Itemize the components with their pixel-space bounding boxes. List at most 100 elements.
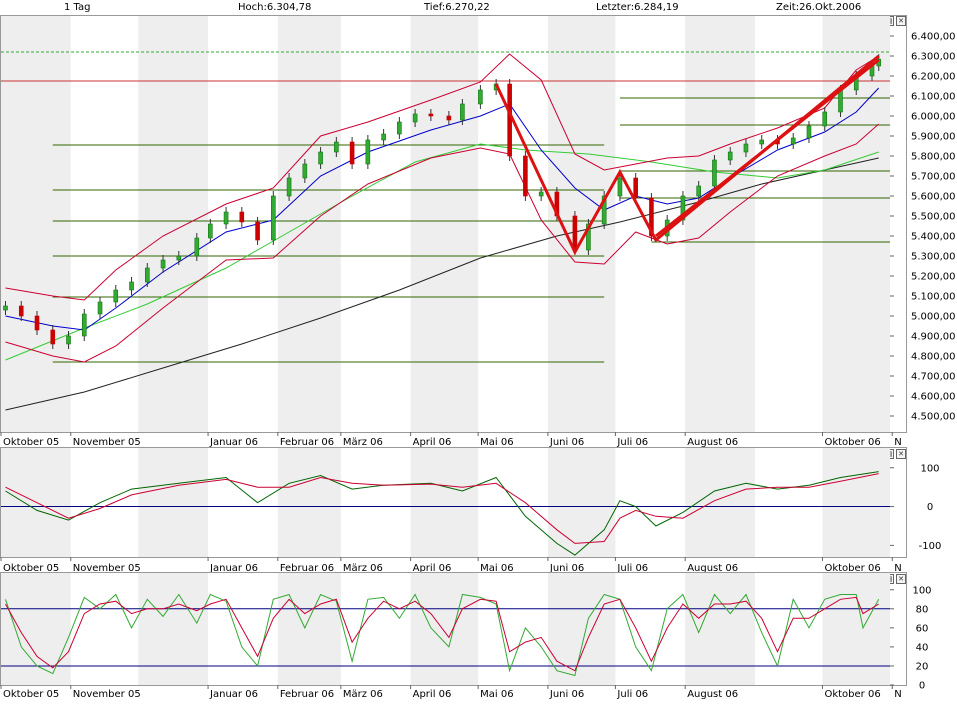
- y-tick-label: 6.400,00: [911, 32, 956, 43]
- candle-body: [160, 259, 166, 269]
- y-tick-label: 40: [916, 642, 929, 653]
- candle-body: [318, 151, 323, 165]
- candle-body: [572, 215, 578, 251]
- candle-body: [50, 329, 56, 345]
- panel-0: Oktober 05 November 05 Januar 06 Februar 06…: [0, 15, 907, 448]
- month-band: [685, 573, 755, 685]
- x-tick-label: April 06: [413, 689, 452, 700]
- candle-body: [381, 133, 386, 141]
- x-tick-label: März 06: [343, 437, 383, 448]
- candle-body: [176, 255, 182, 261]
- x-tick-label: Oktober 06: [824, 689, 880, 700]
- candle-body: [727, 151, 733, 161]
- x-tick-label: Oktober 05: [3, 689, 59, 700]
- month-band: [822, 573, 890, 685]
- candle-body: [113, 289, 119, 303]
- x-tick-label: Mai 06: [480, 437, 513, 448]
- y-tick-label: 100: [920, 463, 939, 474]
- candle-body: [617, 177, 623, 197]
- x-tick-label: Januar 06: [209, 437, 258, 448]
- x-tick-label: April 06: [413, 437, 452, 448]
- y-tick-label: 4.500,00: [911, 412, 956, 423]
- x-tick-label: August 06: [687, 689, 738, 700]
- y-tick-label: 6.100,00: [911, 92, 956, 103]
- candle-body: [507, 83, 512, 157]
- y-tick-label: 80: [916, 604, 929, 615]
- y-tick-label: 6.300,00: [911, 52, 956, 63]
- x-tick-label: August 06: [687, 437, 738, 448]
- candle-body: [696, 185, 701, 197]
- x-tick-label: N: [894, 689, 901, 700]
- candle-body: [302, 163, 308, 179]
- month-band: [822, 448, 890, 557]
- x-tick-label: Juni 06: [549, 437, 584, 448]
- x-tick-label: N: [894, 437, 901, 448]
- candle-body: [81, 313, 87, 337]
- candle-body: [806, 125, 812, 139]
- candle-body: [743, 143, 749, 153]
- y-tick-label: 0: [919, 681, 925, 692]
- candle-body: [18, 305, 24, 317]
- candle-body: [428, 113, 434, 117]
- y-tick-label: 20: [916, 661, 929, 672]
- month-band: [277, 448, 341, 557]
- y-tick-label: 4.900,00: [911, 332, 956, 343]
- candle-body: [412, 113, 418, 123]
- month-band: [277, 573, 341, 685]
- month-band: [410, 16, 479, 432]
- y-tick-label: 5.800,00: [911, 152, 956, 163]
- candle-body: [255, 221, 260, 241]
- month-band: [1, 16, 71, 432]
- candle-body: [822, 111, 828, 127]
- x-tick-label: November 05: [73, 437, 141, 448]
- candle-body: [365, 139, 371, 165]
- candle-body: [790, 137, 796, 145]
- month-band: [547, 573, 616, 685]
- y-tick-label: 5.600,00: [911, 192, 956, 203]
- month-band: [138, 573, 209, 685]
- x-tick-label: Juli 06: [616, 689, 648, 700]
- x-tick-label: Februar 06: [280, 689, 334, 700]
- y-tick-label: 6.000,00: [911, 112, 956, 123]
- candle-body: [538, 191, 544, 197]
- candle-body: [759, 139, 765, 145]
- x-tick-label: November 05: [73, 689, 141, 700]
- y-tick-label: 100: [912, 585, 931, 596]
- candle-body: [712, 159, 717, 187]
- candle-body: [446, 115, 452, 121]
- month-band: [138, 16, 209, 432]
- candle-body: [286, 177, 292, 197]
- x-tick-label: Juli 06: [616, 437, 648, 448]
- x-tick-label: Oktober 06: [824, 437, 880, 448]
- month-band: [410, 573, 479, 685]
- candle-body: [66, 335, 71, 345]
- candle-body: [97, 301, 103, 315]
- month-band: [1, 573, 71, 685]
- y-tick-label: 5.300,00: [911, 252, 956, 263]
- candle-body: [460, 103, 465, 121]
- chart-svg: Oktober 05 November 05 Januar 06 Februar 06…: [0, 15, 956, 700]
- y-tick-label: -100: [919, 541, 942, 552]
- x-tick-label: Oktober 05: [3, 437, 59, 448]
- x-tick-label: Mai 06: [480, 689, 513, 700]
- panel-1: Oktober 05 November 05 Januar 06 Februar 06…: [0, 447, 907, 574]
- candle-body: [239, 211, 245, 223]
- candle-body: [334, 141, 339, 153]
- x-tick-label: Januar 06: [209, 689, 258, 700]
- y-tick-label: 5.900,00: [911, 132, 956, 143]
- y-tick-label: 4.600,00: [911, 392, 956, 403]
- month-band: [410, 448, 479, 557]
- y-tick-label: 6.200,00: [911, 72, 956, 83]
- x-tick-label: Februar 06: [280, 437, 334, 448]
- candle-body: [223, 211, 229, 225]
- month-band: [685, 16, 755, 432]
- candle-body: [34, 315, 40, 331]
- y-tick-label: 4.800,00: [911, 352, 956, 363]
- x-tick-label: Juni 06: [549, 689, 584, 700]
- candle-body: [208, 223, 213, 239]
- candle-body: [397, 121, 402, 135]
- candle-body: [144, 267, 150, 283]
- candle-body: [523, 155, 528, 197]
- y-tick-label: 0: [927, 502, 933, 513]
- candle-body: [194, 237, 200, 257]
